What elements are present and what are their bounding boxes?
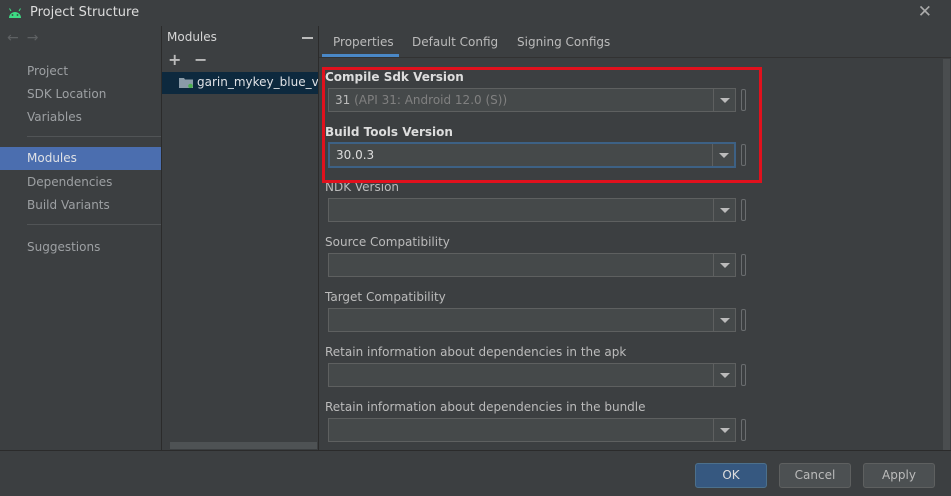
sidebar-divider [27,136,161,137]
ok-button[interactable]: OK [695,463,767,488]
sidebar-item-sdk-location[interactable]: SDK Location [0,83,161,106]
plus-icon[interactable]: + [168,50,181,69]
sidebar-item-variables[interactable]: Variables [0,106,161,129]
sidebar-item-modules[interactable]: Modules [0,147,161,170]
combo-side-handle[interactable] [741,364,746,386]
properties-form: Compile Sdk Version 31 (API 31: Android … [319,57,951,451]
tab-bar: Properties Default Config Signing Config… [319,26,951,57]
chevron-down-icon[interactable] [713,309,735,331]
ndk-version-combo[interactable] [328,198,736,222]
sidebar-divider [27,224,161,225]
chevron-down-icon[interactable] [713,199,735,221]
tab-signing-configs[interactable]: Signing Configs [517,35,610,49]
highlight-annotation-box [322,67,762,183]
minus-icon[interactable]: − [194,50,207,69]
nav-arrows: ←→ [7,30,46,46]
forward-arrow-icon[interactable]: → [27,30,47,46]
properties-pane: Properties Default Config Signing Config… [319,26,951,451]
sidebar-item-suggestions[interactable]: Suggestions [0,236,161,259]
back-arrow-icon[interactable]: ← [7,30,27,46]
retain-bundle-label: Retain information about dependencies in… [325,400,646,414]
combo-side-handle[interactable] [741,199,746,221]
module-folder-icon [179,78,193,88]
retain-apk-combo[interactable] [328,363,736,387]
modules-header: Modules [167,30,217,44]
sidebar-item-build-variants[interactable]: Build Variants [0,194,161,217]
horizontal-scrollbar[interactable] [170,442,317,449]
target-compat-combo[interactable] [328,308,736,332]
source-compat-label: Source Compatibility [325,235,450,249]
combo-side-handle[interactable] [741,309,746,331]
target-compat-label: Target Compatibility [325,290,446,304]
cancel-button[interactable]: Cancel [779,463,851,488]
window-title: Project Structure [30,5,140,20]
retain-apk-label: Retain information about dependencies in… [325,345,627,359]
source-compat-combo[interactable] [328,253,736,277]
collapse-icon[interactable] [302,37,313,39]
modules-panel: Modules + − garin_mykey_blue_van [162,26,334,450]
dialog-footer: OK Cancel Apply [0,450,951,496]
android-icon [9,8,21,18]
tab-default-config[interactable]: Default Config [412,35,498,49]
module-list-item[interactable]: garin_mykey_blue_van [162,72,334,94]
sidebar: ←→ Project SDK Location Variables Module… [0,26,161,450]
module-name: garin_mykey_blue_van [197,75,334,89]
combo-side-handle[interactable] [741,419,746,441]
sidebar-item-project[interactable]: Project [0,60,161,83]
tab-properties[interactable]: Properties [333,35,394,49]
apply-button[interactable]: Apply [863,463,935,488]
close-icon[interactable]: ✕ [918,2,932,22]
sidebar-item-dependencies[interactable]: Dependencies [0,171,161,194]
chevron-down-icon[interactable] [713,364,735,386]
vertical-scrollbar[interactable] [943,59,950,451]
combo-side-handle[interactable] [741,254,746,276]
chevron-down-icon[interactable] [713,419,735,441]
title-bar: Project Structure ✕ [0,0,951,26]
retain-bundle-combo[interactable] [328,418,736,442]
chevron-down-icon[interactable] [713,254,735,276]
